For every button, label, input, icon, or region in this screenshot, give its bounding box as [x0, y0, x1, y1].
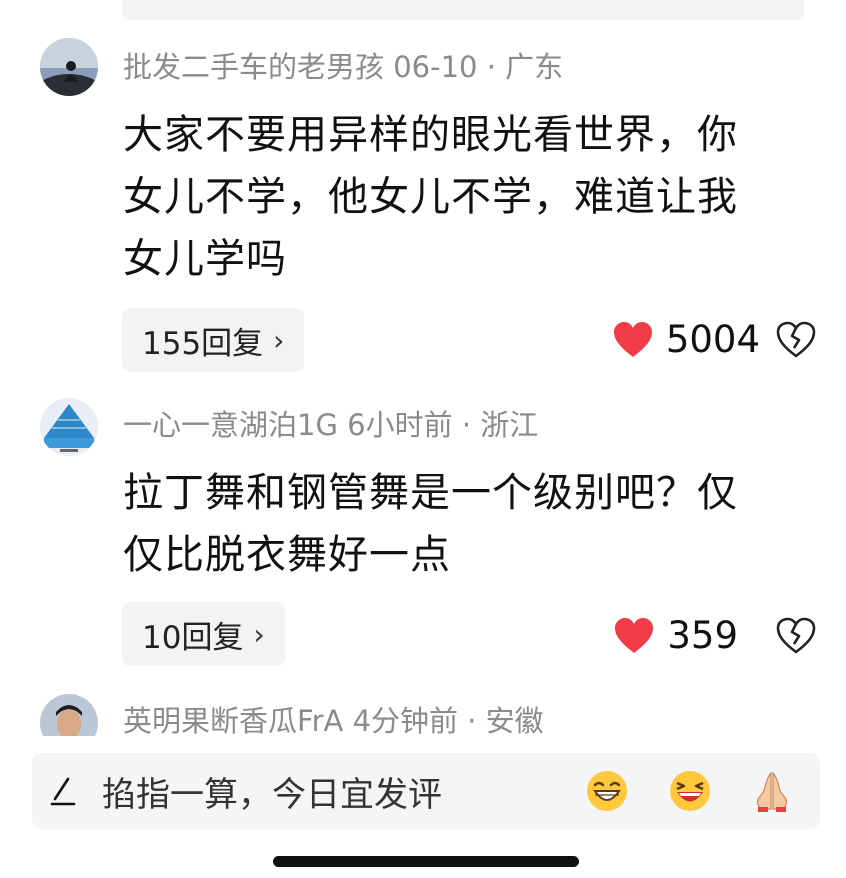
chevron-right-icon: ›	[273, 323, 285, 357]
view-replies-button[interactable]: 10回复 ›	[122, 602, 285, 666]
comment-text: 大家不要用异样的眼光看世界，你 女儿不学，他女儿不学，难道让我 女儿学吗	[123, 104, 803, 290]
dislike-broken-heart-icon[interactable]	[776, 617, 816, 655]
comment-time: 4分钟前	[352, 704, 459, 736]
like-count: 359	[667, 614, 738, 657]
avatar[interactable]	[40, 38, 98, 96]
grinning-face-emoji-icon[interactable]	[585, 769, 629, 813]
comment-input-bar[interactable]: 掐指一算，今日宜发评	[32, 753, 820, 829]
laughing-face-emoji-icon[interactable]	[668, 769, 712, 813]
reply-count-label: 155回复	[142, 325, 264, 362]
comment-meta: 一心一意湖泊1G 6小时前 · 浙江	[123, 408, 539, 442]
like-group: 359	[613, 614, 816, 657]
comment-text-line: 女儿学吗	[123, 236, 287, 282]
username[interactable]: 英明果断香瓜FrA	[123, 704, 343, 736]
comment-item: 英明果断香瓜FrA 4分钟前 · 安徽	[0, 694, 846, 736]
home-indicator[interactable]	[273, 856, 579, 867]
comment-time: 6小时前	[347, 408, 453, 442]
view-replies-button[interactable]: 155回复 ›	[122, 308, 305, 372]
like-group: 5004	[612, 318, 816, 361]
comment-text-line: 大家不要用异样的眼光看世界，你	[123, 112, 738, 158]
comment-meta: 英明果断香瓜FrA 4分钟前 · 安徽	[123, 704, 544, 736]
like-count: 5004	[665, 318, 760, 361]
folded-hands-emoji-icon[interactable]	[750, 769, 794, 813]
dislike-broken-heart-icon[interactable]	[776, 321, 816, 359]
comment-text-line: 拉丁舞和钢管舞是一个级别吧？仅	[123, 470, 738, 516]
heart-icon[interactable]	[612, 321, 654, 359]
previous-reply-strip	[122, 0, 804, 20]
comment-time: 06-10	[393, 50, 478, 84]
username[interactable]: 批发二手车的老男孩	[123, 50, 384, 84]
comment-text: 拉丁舞和钢管舞是一个级别吧？仅 仅比脱衣舞好一点	[123, 462, 803, 586]
comment-input-placeholder[interactable]: 掐指一算，今日宜发评	[102, 767, 442, 816]
comment-text-line: 仅比脱衣舞好一点	[123, 532, 451, 578]
comment-location: 浙江	[480, 408, 539, 442]
comment-location: 安徽	[485, 704, 544, 736]
comment-location: 广东	[505, 50, 564, 84]
avatar[interactable]	[40, 398, 98, 456]
comment-meta: 批发二手车的老男孩 06-10 · 广东	[123, 50, 564, 84]
chevron-right-icon: ›	[253, 617, 265, 651]
pen-icon	[50, 777, 76, 806]
username[interactable]: 一心一意湖泊1G	[123, 408, 338, 442]
avatar[interactable]	[40, 694, 98, 736]
comment-text-line: 女儿不学，他女儿不学，难道让我	[123, 174, 738, 220]
heart-icon[interactable]	[613, 617, 655, 655]
reply-count-label: 10回复	[142, 619, 244, 656]
